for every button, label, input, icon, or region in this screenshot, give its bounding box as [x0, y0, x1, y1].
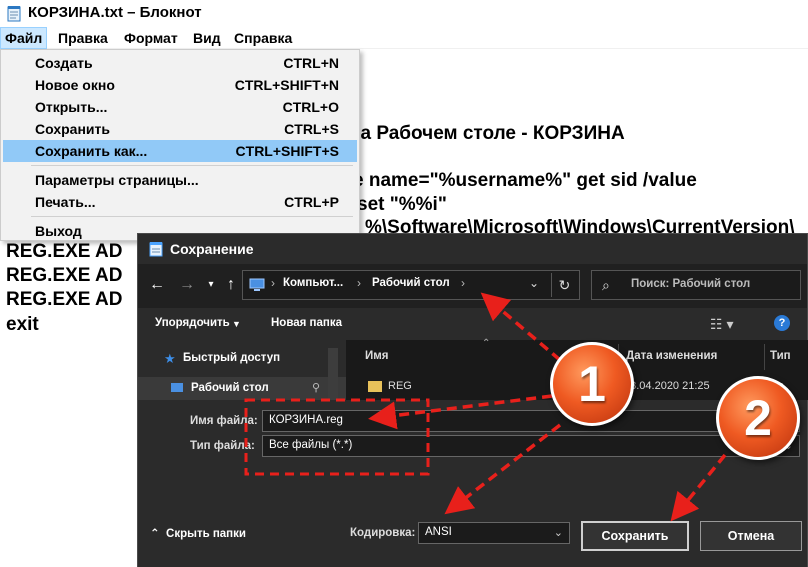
desktop-icon — [171, 383, 183, 392]
breadcrumb-separator-icon: › — [271, 276, 275, 290]
dialog-nav-row: ← → ▾ ↑ › Компьют... › Рабочий стол › ⌄ … — [138, 264, 807, 308]
dialog-toolbar: Упорядочить ▼ Новая папка ☷ ▾ ? — [138, 308, 807, 340]
dialog-title: Сохранение — [170, 241, 254, 257]
hide-folders-button[interactable]: ⌃ Скрыть папки — [150, 526, 246, 540]
nav-scrollbar[interactable] — [328, 348, 338, 400]
folder-icon — [368, 381, 382, 392]
text-line: REG.EXE AD — [6, 265, 123, 286]
notepad-menubar: Файл Правка Формат Вид Справка — [0, 27, 808, 49]
menu-format[interactable]: Формат — [120, 27, 182, 49]
chevron-down-icon: ⌄ — [553, 527, 563, 539]
sort-chevron-icon: ⌃ — [482, 338, 491, 349]
chevron-down-icon[interactable]: ▾ — [200, 274, 222, 296]
menu-help[interactable]: Справка — [230, 27, 296, 49]
step-badge-1: 1 — [550, 342, 634, 426]
search-icon: ⌕ — [602, 277, 610, 293]
encoding-select[interactable]: ANSI ⌄ — [418, 522, 570, 544]
menu-edit[interactable]: Правка — [54, 27, 112, 49]
pin-icon: ⚲ — [312, 382, 321, 394]
save-form: Имя файла: КОРЗИНА.reg Тип файла: Все фа… — [138, 400, 807, 567]
new-folder-button[interactable]: Новая папка — [271, 317, 342, 329]
breadcrumb-separator-icon: › — [357, 276, 361, 290]
breadcrumb-separator-icon: › — [461, 276, 465, 290]
menu-item-print[interactable]: Печать... CTRL+P — [3, 191, 357, 213]
text-line: set "%%i" — [357, 194, 447, 215]
text-line: REG.EXE AD — [6, 289, 123, 310]
menu-item-new-window[interactable]: Новое окно CTRL+SHIFT+N — [3, 74, 357, 96]
computer-icon — [249, 278, 265, 291]
text-line: на Рабочем столе - КОРЗИНА — [349, 123, 625, 144]
filetype-select[interactable]: Все файлы (*.*) ⌄ — [262, 435, 800, 457]
menu-separator — [31, 165, 353, 166]
navigation-pane: ★ Быстрый доступ Рабочий стол ⚲ — [138, 340, 346, 400]
column-divider — [764, 344, 765, 370]
search-placeholder: Поиск: Рабочий стол — [631, 278, 751, 290]
text-line: e name="%username%" get sid /value — [353, 170, 697, 191]
menu-item-new[interactable]: Создать CTRL+N — [3, 52, 357, 74]
window-title: КОРЗИНА.txt – Блокнот — [28, 4, 202, 21]
help-icon[interactable]: ? — [774, 315, 790, 331]
menu-view[interactable]: Вид — [189, 27, 225, 49]
save-button[interactable]: Сохранить — [581, 521, 689, 551]
notepad-icon — [7, 6, 21, 22]
file-menu-dropdown: Создать CTRL+N Новое окно CTRL+SHIFT+N О… — [0, 49, 360, 241]
organize-button[interactable]: Упорядочить — [155, 317, 230, 329]
breadcrumb-computer[interactable]: Компьют... — [283, 277, 343, 289]
filetype-label: Тип файла: — [190, 440, 255, 452]
menu-item-page-setup[interactable]: Параметры страницы... — [3, 169, 357, 191]
chevron-down-icon: ▼ — [232, 319, 241, 329]
menu-file[interactable]: Файл — [0, 27, 48, 49]
up-arrow-icon[interactable]: ↑ — [220, 274, 242, 296]
address-bar[interactable]: › Компьют... › Рабочий стол › ⌄ ↻ — [242, 270, 580, 300]
back-arrow-icon[interactable]: ← — [146, 274, 168, 296]
text-line: REG.EXE AD — [6, 241, 123, 262]
forward-arrow-icon[interactable]: → — [176, 274, 198, 296]
column-type[interactable]: Тип — [770, 350, 791, 362]
filename-label: Имя файла: — [190, 415, 258, 427]
star-icon: ★ — [164, 351, 176, 366]
breadcrumb-desktop[interactable]: Рабочий стол — [372, 277, 450, 289]
notepad-title-bar: КОРЗИНА.txt – Блокнот — [0, 0, 808, 27]
menu-item-save-as[interactable]: Сохранить как... CTRL+SHIFT+S — [3, 140, 357, 162]
column-name[interactable]: Имя — [365, 350, 388, 362]
menu-separator — [31, 216, 353, 217]
view-options-icon[interactable]: ☷ ▾ — [710, 316, 733, 333]
refresh-icon[interactable]: ↻ — [551, 273, 577, 297]
menu-item-open[interactable]: Открыть... CTRL+O — [3, 96, 357, 118]
nav-quick-access[interactable]: Быстрый доступ — [183, 352, 280, 364]
dialog-title-bar: Сохранение — [138, 234, 807, 264]
cancel-button[interactable]: Отмена — [700, 521, 802, 551]
step-badge-2: 2 — [716, 376, 800, 460]
notepad-icon — [149, 242, 163, 257]
save-dialog: Сохранение ← → ▾ ↑ › Компьют... › Рабочи… — [137, 233, 808, 567]
encoding-label: Кодировка: — [350, 527, 416, 539]
chevron-down-icon[interactable]: ⌄ — [529, 276, 539, 290]
search-box[interactable]: ⌕ Поиск: Рабочий стол — [591, 270, 801, 300]
text-line: exit — [6, 314, 39, 335]
column-date[interactable]: Дата изменения — [626, 350, 717, 362]
nav-desktop[interactable]: Рабочий стол — [191, 382, 269, 394]
menu-item-save[interactable]: Сохранить CTRL+S — [3, 118, 357, 140]
